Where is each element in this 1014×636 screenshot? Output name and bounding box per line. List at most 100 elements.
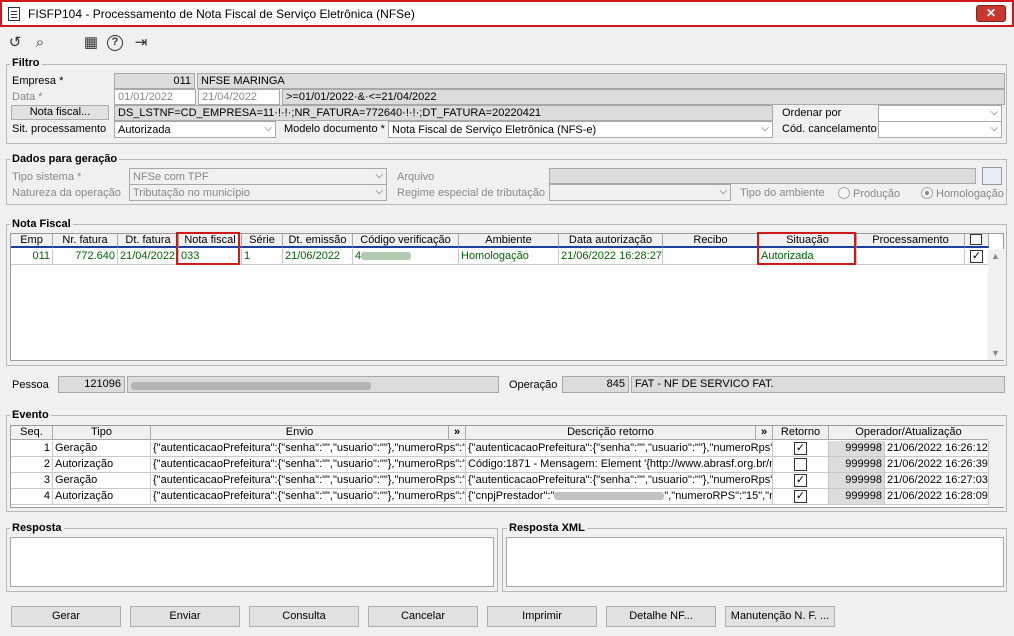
select-all-checkbox[interactable] (970, 234, 982, 245)
col-nr-fatura[interactable]: Nr. fatura (53, 234, 118, 248)
resposta-xml-textarea[interactable] (506, 537, 1004, 587)
cell-atualizacao: 21/06/2022 16:26:12 (885, 441, 989, 457)
scroll-up-icon[interactable]: ▲ (991, 251, 1000, 261)
cell-envio: {"autenticacaoPrefeitura":{"senha":"","u… (151, 473, 466, 489)
cod-cancelamento-select[interactable]: ⌵ (878, 121, 1002, 138)
expand-retorno-icon[interactable]: » (756, 426, 773, 440)
consulta-button[interactable]: Consulta (249, 606, 359, 627)
nota-fiscal-title: Nota Fiscal (10, 218, 73, 230)
retorno-checkbox[interactable]: ✓ (794, 474, 807, 487)
col-descricao-retorno[interactable]: Descrição retorno (466, 426, 756, 440)
col-emp[interactable]: Emp (11, 234, 53, 248)
col-select-all[interactable] (965, 234, 989, 248)
calendar-icon[interactable]: ▦ (82, 34, 100, 52)
filtro-title: Filtro (10, 57, 42, 69)
cell-atualizacao: 21/06/2022 16:28:09 (885, 489, 989, 505)
cancelar-button[interactable]: Cancelar (368, 606, 478, 627)
scroll-down-icon[interactable]: ▼ (991, 348, 1000, 358)
detalhe-nf-button[interactable]: Detalhe NF... (606, 606, 716, 627)
undo-icon[interactable]: ↺ (6, 34, 24, 52)
resposta-textarea[interactable] (10, 537, 494, 587)
cell-situacao: Autorizada (759, 249, 857, 265)
col-tipo[interactable]: Tipo (53, 426, 151, 440)
cell-tipo: Autorização (53, 489, 151, 505)
folder-icon[interactable] (982, 167, 1002, 185)
chevron-down-icon: ⌵ (375, 186, 383, 197)
retorno-checkbox[interactable]: ✓ (794, 490, 807, 503)
row-checkbox[interactable]: ✓ (970, 250, 983, 263)
data-from-field[interactable]: 01/01/2022 (114, 89, 196, 105)
retorno-checkbox[interactable] (794, 458, 807, 471)
producao-radio (838, 187, 850, 199)
pessoa-label: Pessoa (12, 379, 49, 391)
col-processamento[interactable]: Processamento (857, 234, 965, 248)
help-icon[interactable]: ? (107, 35, 123, 51)
data-label: Data * (12, 91, 43, 103)
cell-retorno[interactable]: ✓ (773, 489, 829, 505)
col-seq[interactable]: Seq. (11, 426, 53, 440)
enviar-button[interactable]: Enviar (130, 606, 240, 627)
gerar-button[interactable]: Gerar (11, 606, 121, 627)
col-nota-fiscal[interactable]: Nota fiscal (179, 234, 242, 248)
cell-atualizacao: 21/06/2022 16:26:39 (885, 457, 989, 473)
cell-select[interactable]: ✓ (965, 249, 989, 265)
pessoa-code-field[interactable]: 121096 (58, 376, 125, 393)
cell-retorno[interactable]: ✓ (773, 441, 829, 457)
col-codigo-verificacao[interactable]: Código verificação (353, 234, 459, 248)
chevron-down-icon: ⌵ (990, 123, 998, 134)
data-to-field[interactable]: 21/04/2022 (198, 89, 280, 105)
chevron-down-icon: ⌵ (375, 170, 383, 181)
natureza-select: Tributação no município ⌵ (129, 184, 387, 201)
cell-retorno-desc: Código:1871 - Mensagem: Element '{http:/… (466, 457, 773, 473)
ambiente-label: Tipo do ambiente (740, 187, 825, 199)
chevron-down-icon: ⌵ (761, 123, 769, 134)
col-serie[interactable]: Série (242, 234, 283, 248)
operacao-code-field[interactable]: 845 (562, 376, 629, 393)
cell-seq: 2 (11, 457, 53, 473)
cell-retorno[interactable] (773, 457, 829, 473)
col-ambiente[interactable]: Ambiente (459, 234, 559, 248)
cell-seq: 3 (11, 473, 53, 489)
empresa-code-field[interactable]: 011 (114, 73, 195, 89)
chevron-down-icon: ⌵ (264, 123, 272, 134)
regime-select: ⌵ (549, 184, 731, 201)
ordenar-select[interactable]: ⌵ (878, 105, 1002, 122)
cell-emp: 011 (11, 249, 53, 265)
cell-recibo (663, 249, 759, 265)
close-button[interactable]: ✕ (976, 5, 1006, 22)
sit-processamento-select[interactable]: Autorizada ⌵ (114, 121, 276, 138)
exit-icon[interactable]: ⇥ (132, 34, 150, 52)
retorno-checkbox[interactable]: ✓ (794, 442, 807, 455)
cell-envio: {"autenticacaoPrefeitura":{"senha":"","u… (151, 489, 466, 505)
nota-scrollbar[interactable]: ▲ ▼ (988, 249, 1004, 360)
operacao-name-field: FAT - NF DE SERVICO FAT. (631, 376, 1005, 393)
col-retorno[interactable]: Retorno (773, 426, 829, 440)
nota-fiscal-grid[interactable]: Emp Nr. fatura Dt. fatura Nota fiscal Sé… (10, 233, 1004, 361)
cell-envio: {"autenticacaoPrefeitura":{"senha":"","u… (151, 457, 466, 473)
search-icon[interactable]: ⌕ (31, 34, 49, 52)
col-data-autorizacao[interactable]: Data autorização (559, 234, 663, 248)
col-dt-emissao[interactable]: Dt. emissão (283, 234, 353, 248)
expand-envio-icon[interactable]: » (449, 426, 466, 440)
resposta-xml-title: Resposta XML (507, 522, 587, 534)
col-operador-atualizacao[interactable]: Operador/Atualização (829, 426, 989, 440)
cell-envio: {"autenticacaoPrefeitura":{"senha":"","u… (151, 441, 466, 457)
imprimir-button[interactable]: Imprimir (487, 606, 597, 627)
cell-operador: 999998 (829, 473, 885, 489)
regime-label: Regime especial de tributação (397, 187, 545, 199)
col-recibo[interactable]: Recibo (663, 234, 759, 248)
cell-retorno[interactable]: ✓ (773, 473, 829, 489)
window-title: FISFP104 - Processamento de Nota Fiscal … (28, 7, 415, 21)
col-envio[interactable]: Envio (151, 426, 449, 440)
modelo-select[interactable]: Nota Fiscal de Serviço Eletrônica (NFS-e… (388, 121, 773, 138)
cell-nota-fiscal: 033 (179, 249, 242, 265)
manutencao-nf-button[interactable]: Manutenção N. F. ... (725, 606, 835, 627)
homologacao-radio (921, 187, 933, 199)
cell-retorno-desc: {"cnpjPrestador":"","numeroRPS":"15","nu… (466, 489, 773, 505)
col-situacao[interactable]: Situação (759, 234, 857, 248)
nota-fiscal-button[interactable]: Nota fiscal... (11, 105, 109, 120)
evento-grid[interactable]: Seq. Tipo Envio » Descrição retorno » Re… (10, 425, 1004, 508)
col-dt-fatura[interactable]: Dt. fatura (118, 234, 179, 248)
cell-operador: 999998 (829, 489, 885, 505)
evento-scrollbar[interactable] (988, 426, 1004, 507)
